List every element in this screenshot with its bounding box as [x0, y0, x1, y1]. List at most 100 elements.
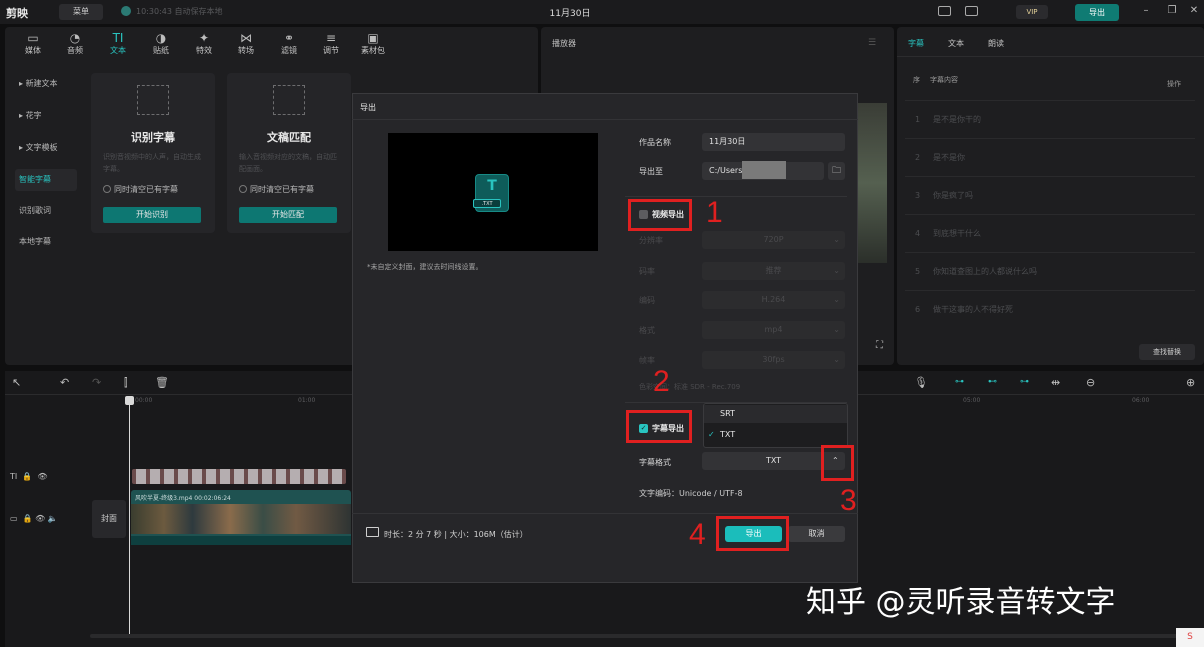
- delete-icon[interactable]: 🗑: [155, 376, 169, 389]
- option-txt[interactable]: TXT: [720, 430, 735, 439]
- subtitle-row[interactable]: 5 你知道查图上的人都说什么吗: [905, 252, 1195, 290]
- restore-icon[interactable]: ❐: [1166, 5, 1178, 17]
- text-track-clip[interactable]: [132, 469, 346, 484]
- subtitle-row[interactable]: 6 做干这事的人不得好死: [905, 290, 1195, 328]
- text-icon: TI: [112, 31, 124, 45]
- nav-new-text[interactable]: ▸ 新建文本: [15, 73, 77, 95]
- track-magnet-icon[interactable]: ⊷: [988, 377, 997, 387]
- keyboard-icon[interactable]: [938, 6, 951, 16]
- adjust-icon: ≡: [325, 31, 337, 45]
- col-op: 操作: [1167, 80, 1181, 88]
- subtitle-row[interactable]: 3 你是疯了吗: [905, 176, 1195, 214]
- tool-transition[interactable]: ⋈ 转场: [230, 31, 262, 56]
- text-track-controls[interactable]: TI 🔒 👁: [10, 472, 48, 481]
- start-match-button[interactable]: 开始匹配: [239, 207, 337, 223]
- zoom-in-icon[interactable]: ⊕: [1186, 376, 1195, 389]
- tab-text[interactable]: 文本: [948, 38, 964, 49]
- tool-text[interactable]: TI 文本: [102, 31, 134, 56]
- annotation-box: [821, 445, 854, 481]
- mic-icon[interactable]: 🎙: [914, 376, 928, 389]
- playhead-handle[interactable]: [125, 396, 134, 405]
- clip-label: 风吹半夏-终级3.mp4 00:02:06:24: [135, 495, 231, 502]
- annotation-number: 3: [840, 484, 857, 517]
- effects-icon: ✦: [198, 31, 210, 45]
- path-redaction: [742, 161, 786, 179]
- option-srt[interactable]: SRT: [720, 409, 735, 418]
- close-icon[interactable]: ✕: [1188, 5, 1200, 17]
- subtitle-row[interactable]: 2 是不是你: [905, 138, 1195, 176]
- resolution-select[interactable]: 720P ⌄: [702, 231, 845, 249]
- split-icon[interactable]: ⫿: [124, 376, 128, 390]
- tool-filter[interactable]: ⚭ 滤镜: [273, 31, 305, 56]
- text-encoding: 文字编码：Unicode / UTF-8: [639, 489, 743, 498]
- folder-icon[interactable]: 🗀: [828, 162, 845, 180]
- tool-effects[interactable]: ✦ 特效: [188, 31, 220, 56]
- minimize-icon[interactable]: –: [1140, 5, 1152, 17]
- clear-existing-radio[interactable]: 同时清空已有字幕: [239, 184, 314, 195]
- undo-icon[interactable]: ↶: [60, 376, 69, 389]
- annotation-number: 2: [653, 365, 670, 398]
- playhead[interactable]: [129, 396, 130, 636]
- timeline-scrollbar[interactable]: [90, 634, 1200, 638]
- nav-text-template[interactable]: ▸ 文字模板: [15, 137, 77, 159]
- tool-pack[interactable]: ▣ 素材包: [357, 31, 389, 56]
- export-top-button[interactable]: 导出: [1075, 4, 1119, 21]
- subtitle-row[interactable]: 4 到底想干什么: [905, 214, 1195, 252]
- track-link-icon[interactable]: ⊶: [955, 377, 964, 387]
- dialog-title: 导出: [360, 103, 376, 112]
- tool-adjust[interactable]: ≡ 调节: [315, 31, 347, 56]
- watermark: 知乎 @灵听录音转文字: [806, 585, 1116, 620]
- ruler-tick: 05:00: [963, 397, 981, 404]
- recognize-icon: [137, 85, 169, 115]
- col-content: 字幕内容: [930, 76, 958, 84]
- match-card: 文稿匹配 输入音视频对应的文稿，自动匹配画面。 同时清空已有字幕 开始匹配: [227, 73, 351, 233]
- nav-lyrics[interactable]: 识别歌词: [15, 200, 77, 222]
- codec-select[interactable]: H.264 ⌄: [702, 291, 845, 309]
- chevron-down-icon: ⌄: [833, 266, 840, 275]
- subtitle-format-label: 字幕格式: [639, 458, 671, 467]
- cover-button[interactable]: 封面: [92, 500, 126, 538]
- nav-local-subtitle[interactable]: 本地字幕: [15, 231, 77, 253]
- bitrate-select[interactable]: 推荐 ⌄: [702, 262, 845, 280]
- fullscreen-icon[interactable]: ⛶: [876, 340, 883, 351]
- split-view-icon[interactable]: ⇹: [1051, 376, 1060, 389]
- audio-icon: ◔: [69, 31, 81, 45]
- track-preview-icon[interactable]: ⊶: [1020, 377, 1029, 387]
- resolution-label: 分辨率: [639, 236, 663, 245]
- find-replace-button[interactable]: 查找替换: [1139, 344, 1195, 360]
- player-video: [857, 103, 887, 263]
- name-input[interactable]: 11月30日: [702, 133, 845, 151]
- chevron-down-icon: ⌄: [833, 355, 840, 364]
- nav-smart-subtitle[interactable]: 智能字幕: [15, 169, 77, 191]
- layout-icon[interactable]: [965, 6, 978, 16]
- corner-logo-icon: S: [1176, 628, 1204, 647]
- cover-note: *未自定义封面，建议去时间线设置。: [367, 263, 483, 271]
- tab-subtitle[interactable]: 字幕: [908, 38, 924, 49]
- chevron-down-icon: ⌄: [833, 295, 840, 304]
- fps-select[interactable]: 30fps ⌄: [702, 351, 845, 369]
- tool-media[interactable]: ▭ 媒体: [17, 31, 49, 56]
- ruler-tick: 01:00: [298, 397, 316, 404]
- match-icon: [273, 85, 305, 115]
- video-track-controls[interactable]: ▭ 🔒 👁 🔈: [10, 514, 58, 523]
- zoom-out-icon[interactable]: ⊖: [1086, 376, 1095, 389]
- subtitle-row[interactable]: 1 是不是你干的: [905, 100, 1195, 138]
- tool-sticker[interactable]: ◑ 贴纸: [145, 31, 177, 56]
- tool-audio[interactable]: ◔ 音频: [59, 31, 91, 56]
- format-select[interactable]: mp4 ⌄: [702, 321, 845, 339]
- select-tool-icon[interactable]: ↖: [12, 376, 21, 389]
- nav-fancy-text[interactable]: ▸ 花字: [15, 105, 77, 127]
- cancel-button[interactable]: 取消: [788, 526, 845, 542]
- vip-badge[interactable]: VIP: [1016, 5, 1048, 19]
- clear-existing-radio[interactable]: 同时清空已有字幕: [103, 184, 178, 195]
- annotation-number: 4: [689, 518, 706, 551]
- redo-icon[interactable]: ↷: [92, 376, 101, 389]
- tab-read[interactable]: 朗读: [988, 38, 1004, 49]
- divider: [352, 513, 858, 514]
- start-recognize-button[interactable]: 开始识别: [103, 207, 201, 223]
- codec-label: 编码: [639, 296, 655, 305]
- annotation-box: [626, 410, 692, 443]
- menu-icon[interactable]: ☰: [868, 38, 876, 48]
- chevron-down-icon: ⌄: [833, 325, 840, 334]
- clip-thumbnails: [131, 504, 351, 534]
